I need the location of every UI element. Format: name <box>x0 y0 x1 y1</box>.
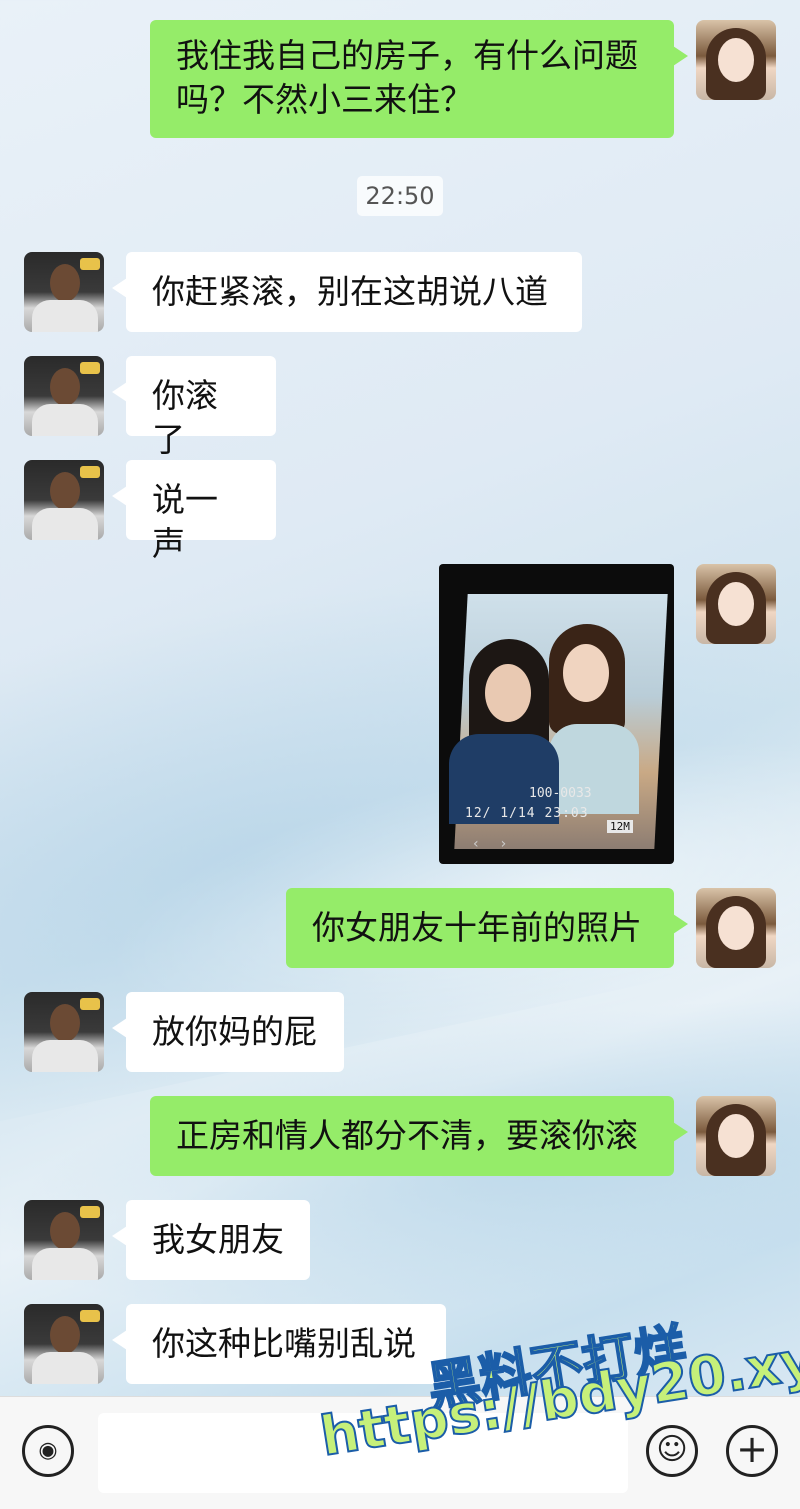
plus-icon[interactable]: + <box>726 1425 778 1477</box>
message-bubble-received[interactable]: 你赶紧滚，别在这胡说八道 <box>112 252 582 332</box>
contact-avatar[interactable] <box>24 1200 104 1280</box>
message-text: 你女朋友十年前的照片 <box>312 908 642 947</box>
message-text: 你赶紧滚，别在这胡说八道 <box>152 272 548 311</box>
image-message[interactable]: 100-0033 12/ 1/14 23:03 12M ‹› <box>439 564 674 864</box>
contact-avatar[interactable] <box>24 460 104 540</box>
message-bubble-received[interactable]: 放你妈的屁 <box>112 992 344 1072</box>
message-text: 说一声 <box>152 480 218 563</box>
message-bubble-received[interactable]: 我女朋友 <box>112 1200 310 1280</box>
message-text: 你这种比嘴别乱说 <box>152 1324 416 1363</box>
my-avatar[interactable] <box>696 20 776 100</box>
message-text: 我女朋友 <box>152 1220 284 1259</box>
message-text: 正房和情人都分不清，要滚你滚 <box>176 1116 638 1155</box>
contact-avatar[interactable] <box>24 252 104 332</box>
camera-nav-arrows-icon: ‹› <box>473 836 529 852</box>
message-text: 吗？不然小三来住？ <box>176 80 473 119</box>
contact-avatar[interactable] <box>24 356 104 436</box>
message-bubble-received[interactable]: 说一声 <box>112 460 276 563</box>
my-avatar[interactable] <box>696 564 776 644</box>
camera-date: 12/ 1/14 23:03 <box>465 806 589 821</box>
contact-avatar[interactable] <box>24 1304 104 1384</box>
message-text: 放你妈的屁 <box>152 1012 317 1051</box>
emoji-icon[interactable]: ☺ <box>646 1425 698 1477</box>
message-bubble-received[interactable]: 你这种比嘴别乱说 <box>112 1304 446 1384</box>
message-text: 我住我自己的房子，有什么问题 <box>176 36 638 75</box>
message-bubble-sent[interactable]: 我住我自己的房子，有什么问题 吗？不然小三来住？ <box>150 20 688 138</box>
contact-avatar[interactable] <box>24 992 104 1072</box>
chat-timestamp: 22:50 <box>357 176 443 216</box>
my-avatar[interactable] <box>696 1096 776 1176</box>
message-bubble-sent[interactable]: 正房和情人都分不清，要滚你滚 <box>150 1096 688 1176</box>
my-avatar[interactable] <box>696 888 776 968</box>
voice-icon[interactable]: ◉ <box>22 1425 74 1477</box>
camera-size-badge: 12M <box>607 820 633 833</box>
message-bubble-sent[interactable]: 你女朋友十年前的照片 <box>286 888 688 968</box>
message-bubble-received[interactable]: 你滚了 <box>112 356 276 459</box>
message-text: 你滚了 <box>152 376 218 459</box>
camera-file-number: 100-0033 <box>529 786 592 801</box>
